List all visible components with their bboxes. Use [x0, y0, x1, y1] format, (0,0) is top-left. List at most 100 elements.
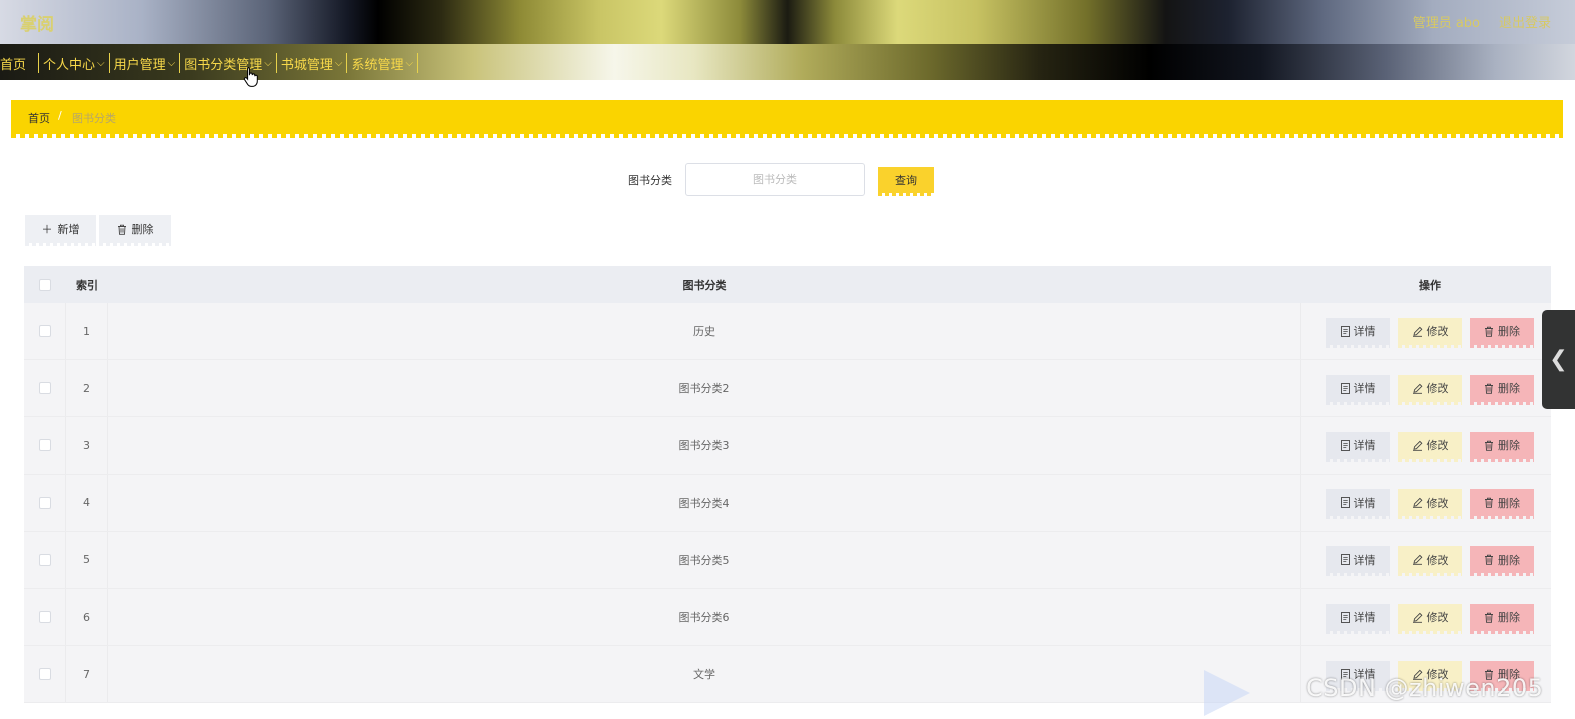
column-header-actions: 操作 [1419, 278, 1441, 292]
search-label: 图书分类 [628, 174, 672, 187]
detail-button[interactable]: 详情 [1326, 603, 1390, 634]
breadcrumb-separator: / [58, 109, 62, 122]
table-row: 3 图书分类3 详情 修改 删除 [24, 417, 1551, 475]
delete-button-label: 删除 [1498, 382, 1520, 396]
row-checkbox[interactable] [38, 325, 51, 338]
edit-button[interactable]: 修改 [1398, 374, 1462, 405]
table-row: 6 图书分类6 详情 修改 删除 [24, 588, 1551, 647]
table-row: 4 图书分类4 详情 修改 删除 [24, 474, 1551, 532]
detail-button[interactable]: 详情 [1326, 317, 1390, 348]
row-checkbox[interactable] [38, 611, 51, 624]
detail-button-label: 详情 [1353, 382, 1376, 396]
nav-item-user-management[interactable]: 用户管理 ⌵ [110, 53, 181, 73]
table-body: 1 历史 详情 修改 删除 2 图书分类2 详情 修改 删除 3 图书分类3 详… [24, 303, 1551, 704]
csdn-play-icon [1204, 670, 1250, 716]
detail-button-label: 详情 [1353, 439, 1376, 453]
trash-icon [1485, 440, 1493, 451]
row-checkbox[interactable] [38, 382, 51, 395]
row-index: 2 [66, 360, 108, 417]
trash-icon [1485, 326, 1493, 337]
row-category-name: 图书分类2 [108, 360, 1301, 417]
row-category-name: 图书分类5 [108, 531, 1301, 588]
edit-button-label: 修改 [1426, 553, 1449, 567]
delete-button[interactable]: 删除 [1470, 374, 1534, 405]
row-category-name: 文学 [108, 646, 1301, 703]
row-category-name: 图书分类3 [108, 417, 1301, 474]
delete-button[interactable]: 删除 [1470, 431, 1534, 462]
nav-item-personal-center[interactable]: 个人中心 ⌵ [39, 53, 110, 73]
delete-button-label: 删除 [1498, 439, 1520, 453]
batch-delete-button[interactable]: 删除 [99, 215, 171, 246]
pencil-icon [1412, 326, 1422, 337]
delete-button[interactable]: 删除 [1470, 546, 1534, 577]
plus-icon: ＋ [41, 222, 53, 236]
detail-button[interactable]: 详情 [1326, 374, 1390, 405]
edit-button-label: 修改 [1426, 325, 1449, 339]
current-user: 管理员 abo [1412, 16, 1480, 31]
delete-button[interactable]: 删除 [1470, 317, 1534, 348]
edit-button-label: 修改 [1426, 382, 1449, 396]
nav-item-label: 系统管理 [351, 57, 404, 73]
row-category-name: 图书分类4 [108, 474, 1301, 531]
csdn-watermark: CSDN @zhiwen205 [1306, 674, 1544, 702]
pencil-icon [1412, 497, 1422, 508]
add-button-label: 新增 [57, 223, 80, 236]
detail-button-label: 详情 [1353, 325, 1376, 339]
trash-icon [1485, 555, 1493, 566]
select-all-checkbox[interactable] [39, 278, 51, 291]
logout-link[interactable]: 退出登录 [1499, 12, 1551, 31]
row-checkbox[interactable] [38, 668, 51, 681]
row-category-name: 图书分类6 [108, 588, 1301, 646]
pencil-icon [1412, 612, 1422, 623]
row-index: 1 [66, 303, 108, 360]
edit-button-label: 修改 [1426, 611, 1449, 625]
detail-button-label: 详情 [1353, 611, 1376, 625]
row-index: 5 [66, 531, 108, 588]
nav-item-home[interactable]: 首页 [0, 53, 40, 73]
edit-button[interactable]: 修改 [1398, 489, 1462, 520]
detail-button[interactable]: 详情 [1326, 489, 1390, 520]
add-button[interactable]: ＋ 新增 [25, 215, 96, 246]
category-table: 索引 图书分类 操作 1 历史 详情 修改 删除 2 图书分类2 详情 修改 删… [24, 266, 1551, 704]
nav-item-system-management[interactable]: 系统管理 ⌵ [347, 53, 419, 73]
nav-item-bookstore-management[interactable]: 书城管理 ⌵ [277, 53, 348, 73]
row-checkbox[interactable] [38, 439, 51, 452]
detail-button[interactable]: 详情 [1326, 546, 1390, 577]
document-icon [1340, 382, 1350, 394]
edit-button-label: 修改 [1426, 439, 1449, 453]
row-checkbox[interactable] [38, 496, 51, 509]
main-nav: 首页 个人中心 ⌵ 用户管理 ⌵ 图书分类管理 ⌵ 书城管理 ⌵ 系统管理 ⌵ [0, 44, 1575, 80]
search-input[interactable] [685, 163, 865, 196]
edit-button[interactable]: 修改 [1398, 317, 1462, 348]
chevron-down-icon: ⌵ [264, 57, 272, 69]
table-row: 1 历史 详情 修改 删除 [24, 303, 1551, 361]
edit-button[interactable]: 修改 [1398, 431, 1462, 462]
document-icon [1340, 611, 1350, 623]
pencil-icon [1412, 383, 1422, 394]
search-button[interactable]: 查询 [878, 167, 934, 196]
search-button-label: 查询 [895, 174, 917, 187]
row-index: 6 [66, 588, 108, 646]
app-logo: 掌阅 [20, 15, 54, 35]
document-icon [1340, 440, 1350, 451]
column-header-index: 索引 [76, 278, 98, 292]
table-row: 5 图书分类5 详情 修改 删除 [24, 531, 1551, 589]
pencil-icon [1412, 440, 1422, 451]
delete-button[interactable]: 删除 [1470, 603, 1534, 634]
column-header-category: 图书分类 [682, 278, 727, 292]
chevron-down-icon: ⌵ [167, 57, 176, 69]
batch-delete-button-label: 删除 [131, 223, 154, 236]
row-checkbox[interactable] [38, 553, 51, 566]
document-icon [1340, 497, 1350, 509]
trash-icon [1485, 612, 1493, 623]
table-header: 索引 图书分类 操作 [24, 266, 1551, 303]
nav-item-book-category-management[interactable]: 图书分类管理 ⌵ [180, 53, 277, 73]
edit-button[interactable]: 修改 [1398, 546, 1462, 577]
breadcrumb-home[interactable]: 首页 [28, 110, 50, 126]
delete-button-label: 删除 [1498, 496, 1520, 510]
delete-button[interactable]: 删除 [1470, 489, 1534, 520]
detail-button[interactable]: 详情 [1326, 431, 1390, 462]
detail-button-label: 详情 [1353, 496, 1376, 510]
collapse-side-tab[interactable]: ❮ [1542, 310, 1575, 409]
edit-button[interactable]: 修改 [1398, 603, 1462, 634]
